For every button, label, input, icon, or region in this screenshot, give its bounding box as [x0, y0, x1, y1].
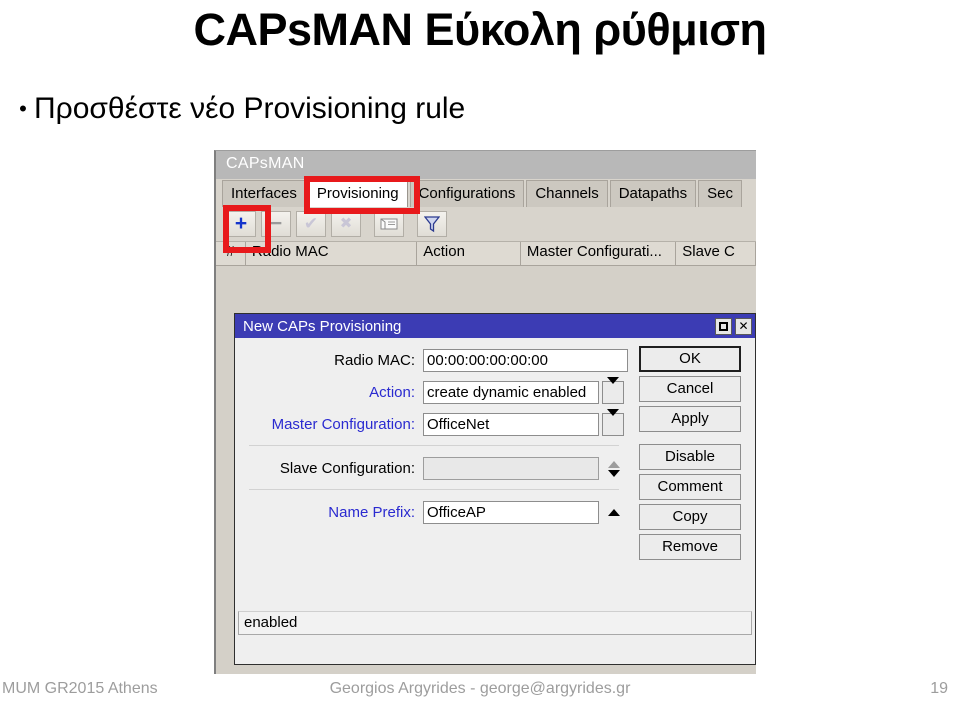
plus-icon: +	[234, 212, 248, 235]
master-configuration-label: Master Configuration:	[271, 416, 415, 433]
field-master-configuration: Master Configuration: OfficeNet	[235, 408, 633, 439]
master-configuration-dropdown-button[interactable]	[602, 408, 624, 436]
chevron-up-icon	[608, 509, 620, 516]
bullet-marker: •	[19, 96, 27, 121]
bullet-label: Προσθέστε νέο Provisioning rule	[34, 92, 466, 125]
slave-configuration-label: Slave Configuration:	[279, 460, 415, 477]
minus-icon: −	[269, 212, 283, 235]
capsman-window-title: CAPsMAN	[226, 155, 305, 172]
slave-configuration-input[interactable]	[423, 457, 599, 480]
disable-button[interactable]: ✖	[331, 211, 361, 237]
field-name-prefix: Name Prefix: OfficeAP	[235, 498, 633, 527]
column-header-index[interactable]: #	[216, 242, 246, 266]
footer-center: Georgios Argyrides - george@argyrides.gr	[329, 680, 631, 697]
master-configuration-input[interactable]: OfficeNet	[423, 413, 599, 436]
field-action: Action: create dynamic enabled	[235, 376, 633, 407]
capsman-tabstrip: Interfaces Provisioning Configurations C…	[216, 179, 756, 207]
maximize-button[interactable]	[715, 317, 732, 335]
add-button[interactable]: +	[226, 211, 256, 237]
radio-mac-input[interactable]: 00:00:00:00:00:00	[423, 349, 628, 372]
filter-icon	[424, 215, 440, 232]
new-caps-provisioning-dialog: New CAPs Provisioning ✕ Radio MAC: 00:00…	[234, 313, 756, 665]
page-title: CAPsMAN Εύκολη ρύθμιση	[193, 4, 768, 55]
column-header-slave-configuration[interactable]: Slave C	[676, 242, 756, 266]
slave-configuration-spinner[interactable]	[603, 457, 625, 480]
tab-provisioning[interactable]: Provisioning	[307, 180, 408, 207]
chevron-down-icon	[608, 469, 620, 477]
cross-icon: ✖	[339, 215, 353, 232]
tab-configurations[interactable]: Configurations	[409, 180, 525, 207]
chevron-up-icon	[608, 460, 620, 468]
name-prefix-label: Name Prefix:	[328, 504, 415, 521]
dialog-title: New CAPs Provisioning	[243, 317, 402, 335]
dialog-button-column: OK Cancel Apply Disable Comment Copy Rem…	[639, 346, 741, 564]
comment-button[interactable]: Comment	[639, 474, 741, 500]
bullet-item: • Προσθέστε νέο Provisioning rule	[12, 88, 942, 130]
comment-button[interactable]	[374, 211, 404, 237]
remove-button[interactable]: −	[261, 211, 291, 237]
dialog-status-bar: enabled	[238, 611, 752, 635]
check-icon: ✔	[303, 214, 319, 233]
tab-interfaces[interactable]: Interfaces	[222, 180, 306, 207]
action-dropdown-button[interactable]	[602, 376, 624, 404]
form-divider-2	[249, 489, 619, 490]
radio-mac-label: Radio MAC:	[334, 352, 415, 369]
capsman-screenshot: CAPsMAN Interfaces Provisioning Configur…	[214, 150, 756, 674]
chevron-down-icon	[607, 408, 619, 434]
column-header-action[interactable]: Action	[417, 242, 521, 266]
close-button[interactable]: ✕	[735, 317, 752, 335]
provisioning-table-header: # Radio MAC Action Master Configurati...…	[216, 241, 756, 266]
name-prefix-collapse-button[interactable]	[603, 501, 625, 524]
enable-button[interactable]: ✔	[296, 211, 326, 237]
action-label: Action:	[369, 384, 415, 401]
filter-button[interactable]	[417, 211, 447, 237]
name-prefix-input[interactable]: OfficeAP	[423, 501, 599, 524]
dialog-titlebar[interactable]: New CAPs Provisioning ✕	[235, 314, 755, 338]
dialog-body: Radio MAC: 00:00:00:00:00:00 Action: cre…	[235, 338, 755, 638]
action-input[interactable]: create dynamic enabled	[423, 381, 599, 404]
field-radio-mac: Radio MAC: 00:00:00:00:00:00	[235, 346, 633, 375]
comment-icon	[380, 218, 398, 230]
apply-button[interactable]: Apply	[639, 406, 741, 432]
maximize-icon	[719, 321, 728, 331]
column-header-master-configuration[interactable]: Master Configurati...	[520, 242, 677, 266]
field-slave-configuration: Slave Configuration:	[235, 454, 633, 483]
tab-security[interactable]: Sec	[698, 180, 742, 207]
dialog-form: Radio MAC: 00:00:00:00:00:00 Action: cre…	[235, 346, 633, 530]
form-divider-1	[249, 445, 619, 446]
dialog-window-buttons: ✕	[712, 317, 755, 335]
page-number: 19	[930, 680, 948, 697]
remove-button[interactable]: Remove	[639, 534, 741, 560]
capsman-toolbar: + − ✔ ✖	[216, 207, 756, 241]
chevron-down-icon	[607, 376, 619, 402]
tab-datapaths[interactable]: Datapaths	[609, 180, 697, 207]
copy-button[interactable]: Copy	[639, 504, 741, 530]
close-icon: ✕	[738, 319, 749, 333]
ok-button[interactable]: OK	[639, 346, 741, 372]
column-header-radio-mac[interactable]: Radio MAC	[245, 242, 418, 266]
tab-channels[interactable]: Channels	[526, 180, 608, 207]
capsman-window-titlebar: CAPsMAN	[216, 151, 756, 179]
disable-button[interactable]: Disable	[639, 444, 741, 470]
cancel-button[interactable]: Cancel	[639, 376, 741, 402]
